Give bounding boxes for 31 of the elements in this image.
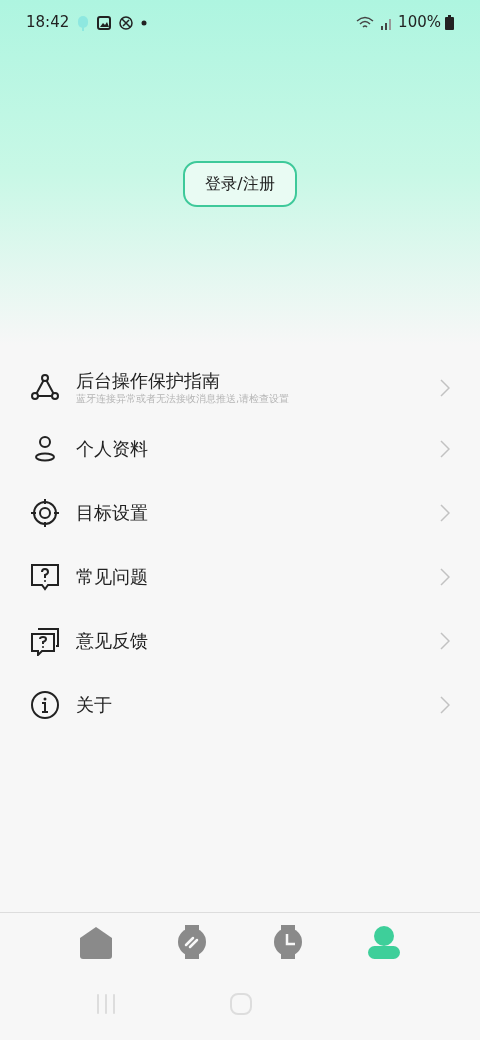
menu-item[interactable]: 意见反馈 [0, 609, 480, 673]
menu-item[interactable]: 个人资料 [0, 417, 480, 481]
notification-icon [77, 14, 90, 31]
blocked-icon [119, 15, 134, 30]
profile-icon[interactable] [366, 923, 402, 960]
menu-label: 目标设置 [76, 502, 149, 524]
feedback-bubble-icon [30, 626, 60, 656]
menu-label: 常见问题 [76, 566, 149, 588]
login-button[interactable]: 登录/注册 [183, 161, 297, 207]
menu-item[interactable]: 关于 [0, 673, 480, 737]
menu-item[interactable]: 常见问题 [0, 545, 480, 609]
chevron-icon [440, 568, 450, 586]
menu-item[interactable]: 目标设置 [0, 481, 480, 545]
image-icon [97, 15, 112, 30]
menu-label: 个人资料 [76, 438, 149, 460]
chevron-icon [440, 504, 450, 522]
info-icon [30, 690, 60, 720]
chevron-icon [440, 696, 450, 714]
battery-percent: 100% [398, 12, 441, 34]
menu-label: 关于 [76, 694, 113, 716]
chevron-icon [440, 379, 450, 397]
menu-label: 意见反馈 [76, 630, 149, 652]
dot-icon [141, 19, 148, 26]
chevron-icon [440, 632, 450, 650]
question-bubble-icon [30, 562, 60, 592]
status-time: 18:42 [26, 12, 70, 34]
network-icon [30, 373, 60, 403]
battery-icon [445, 15, 454, 30]
menu-label: 后台操作保护指南 [76, 369, 221, 392]
chevron-icon [440, 440, 450, 458]
target-icon [30, 498, 60, 528]
